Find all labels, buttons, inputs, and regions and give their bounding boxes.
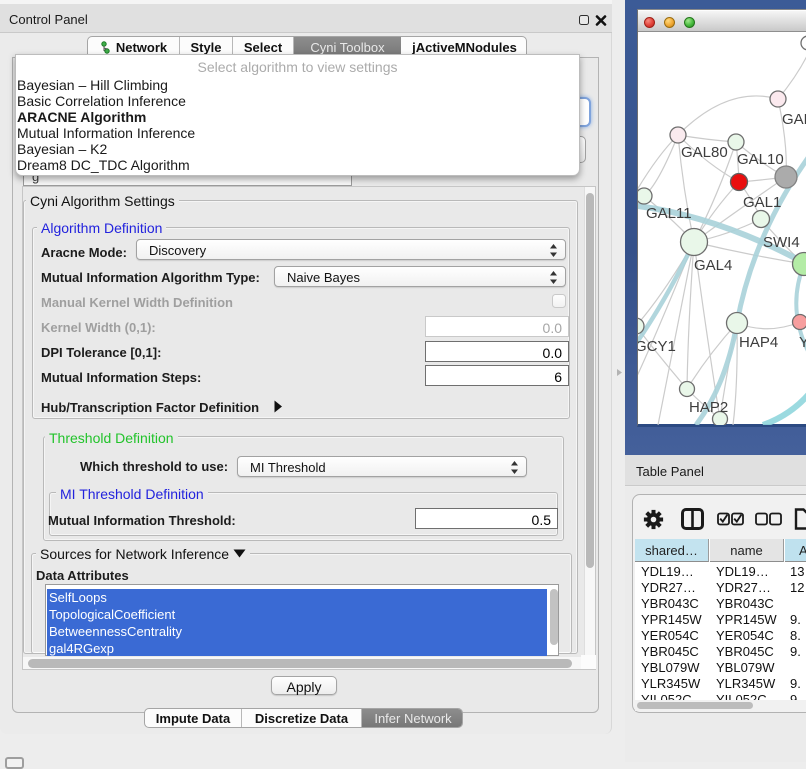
svg-text:GAL4: GAL4: [694, 257, 732, 274]
svg-text:GCY1: GCY1: [638, 338, 676, 355]
svg-text:SWI4: SWI4: [763, 234, 800, 251]
svg-text:GAL80: GAL80: [681, 144, 728, 161]
svg-text:GAL10: GAL10: [737, 151, 784, 168]
svg-text:GAL7: GAL7: [782, 111, 806, 128]
svg-text:GAL11: GAL11: [646, 205, 692, 222]
svg-text:HAP2: HAP2: [689, 399, 728, 416]
svg-text:GAL1: GAL1: [743, 194, 781, 211]
svg-text:HAP4: HAP4: [739, 334, 778, 351]
svg-text:Y: Y: [799, 334, 806, 351]
